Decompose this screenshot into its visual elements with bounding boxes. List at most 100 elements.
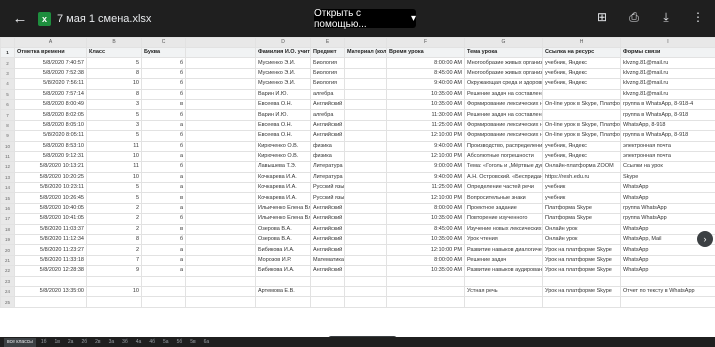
table-cell[interactable]: 8:45:00 AM <box>386 67 465 80</box>
table-cell[interactable]: Определение частей речи <box>464 182 543 194</box>
header-cell[interactable]: Формы связи <box>620 46 715 59</box>
table-cell[interactable] <box>185 119 256 132</box>
row-number[interactable]: 16 <box>0 202 15 215</box>
table-cell[interactable]: 5/8/2020 10:26:45 <box>14 192 87 204</box>
table-cell[interactable] <box>185 296 256 308</box>
table-cell[interactable]: Математика <box>310 254 345 267</box>
table-cell[interactable] <box>344 67 387 80</box>
sheet-tab[interactable]: все классы <box>4 337 36 347</box>
table-cell[interactable]: WhatsApp <box>620 192 715 204</box>
table-cell[interactable] <box>464 275 543 288</box>
table-cell[interactable]: 5/8/2020 8:05:11 <box>14 130 87 142</box>
table-cell[interactable]: Онлайн урок <box>542 223 621 236</box>
table-cell[interactable]: Платформа Skype <box>542 202 621 215</box>
table-cell[interactable]: Кочкарева И.А. <box>255 192 311 204</box>
table-cell[interactable]: Абсолютные погрешности <box>464 150 543 163</box>
corner-cell[interactable] <box>0 37 15 48</box>
sheet-tab[interactable]: 4а <box>133 338 145 347</box>
table-cell[interactable] <box>141 275 186 288</box>
table-cell[interactable]: Кочкарева И.А. <box>255 171 311 184</box>
table-cell[interactable]: Морозов И.Р. <box>255 254 311 267</box>
table-cell[interactable] <box>185 150 256 163</box>
table-cell[interactable] <box>14 296 87 308</box>
table-cell[interactable]: Английский язык <box>310 265 345 277</box>
table-cell[interactable]: учебник, Яндекс <box>542 67 621 80</box>
table-cell[interactable] <box>141 285 186 298</box>
table-cell[interactable] <box>86 275 142 288</box>
table-cell[interactable]: 5/8/2020 11:23:27 <box>14 244 87 256</box>
table-cell[interactable]: алгебра <box>310 88 345 100</box>
table-cell[interactable] <box>344 244 387 256</box>
table-cell[interactable]: Окружающая среда и здоровье <box>464 78 543 90</box>
table-cell[interactable]: 8:00:00 AM <box>386 202 465 215</box>
table-cell[interactable]: б <box>141 57 186 69</box>
table-cell[interactable]: Биология <box>310 78 345 90</box>
header-cell[interactable]: Буква <box>141 46 186 59</box>
table-cell[interactable]: Многообразие живых организмов <box>464 57 543 69</box>
table-cell[interactable]: Озерова В.А. <box>255 234 311 246</box>
table-cell[interactable] <box>310 275 345 288</box>
row-number[interactable]: 25 <box>0 296 15 308</box>
table-cell[interactable] <box>141 296 186 308</box>
table-cell[interactable]: Русский язык <box>310 182 345 194</box>
table-cell[interactable] <box>185 57 256 69</box>
table-cell[interactable] <box>344 275 387 288</box>
table-cell[interactable]: Варин И.Ю. <box>255 88 311 100</box>
table-cell[interactable] <box>542 88 621 100</box>
row-number[interactable]: 22 <box>0 265 15 277</box>
table-cell[interactable]: Решение задач на составление уравнений <box>464 109 543 121</box>
table-cell[interactable]: Английский язык <box>310 119 345 132</box>
table-cell[interactable] <box>86 296 142 308</box>
open-with-button[interactable]: Открыть с помощью... ▾ <box>314 8 416 30</box>
table-cell[interactable]: Урок на платформе Skype <box>542 265 621 277</box>
table-cell[interactable] <box>344 234 387 246</box>
row-number[interactable]: 10 <box>0 140 15 152</box>
table-cell[interactable]: б <box>141 130 186 142</box>
table-cell[interactable]: Кирюченко О.В. <box>255 140 311 152</box>
download-icon[interactable]: ⤓ <box>655 6 677 28</box>
table-cell[interactable]: 5/8/2020 7:56:11 <box>14 78 87 90</box>
spreadsheet-grid[interactable]: A B C D E F G H I 1 Отметка времени Клас… <box>0 37 715 337</box>
table-cell[interactable]: б <box>141 67 186 80</box>
table-cell[interactable]: физика <box>310 140 345 152</box>
table-cell[interactable] <box>344 254 387 267</box>
row-number[interactable]: 9 <box>0 130 15 142</box>
table-cell[interactable]: Тема: «Гоголь и „Мёртвые души“» <box>464 161 543 173</box>
table-cell[interactable]: Лавышева Т.Э. <box>255 161 311 173</box>
row-number[interactable]: 24 <box>0 285 15 298</box>
header-cell[interactable]: Класс <box>86 46 142 59</box>
table-cell[interactable]: 5/8/2020 11:12:34 <box>14 234 87 246</box>
table-cell[interactable]: Платформа Skype <box>542 213 621 225</box>
table-cell[interactable]: Формирование лексических навыков <box>464 98 543 111</box>
table-cell[interactable]: Развитие навыков диалогической речи <box>464 244 543 256</box>
table-cell[interactable]: On-line урок в Skype, Платформа <box>542 98 621 111</box>
table-cell[interactable] <box>344 98 387 111</box>
table-cell[interactable]: Решение задач <box>464 254 543 267</box>
table-cell[interactable]: б <box>141 234 186 246</box>
table-cell[interactable]: б <box>141 213 186 225</box>
table-cell[interactable]: On-line урок в Skype, Платформа <box>542 130 621 142</box>
table-cell[interactable]: электронная почта <box>620 150 715 163</box>
table-cell[interactable] <box>185 67 256 80</box>
table-cell[interactable]: 9:40:00 AM <box>386 171 465 184</box>
table-cell[interactable]: https://resh.edu.ru <box>542 171 621 184</box>
table-cell[interactable]: 2 <box>86 223 142 236</box>
table-cell[interactable] <box>620 296 715 308</box>
table-cell[interactable] <box>344 171 387 184</box>
print-icon[interactable]: ⎙ <box>623 6 645 28</box>
sheet-tab[interactable]: 1б <box>38 338 50 347</box>
table-cell[interactable]: Ильиченко Елена Владимировна <box>255 202 311 215</box>
table-cell[interactable]: Мусиенко Э.И. <box>255 67 311 80</box>
table-cell[interactable]: 11:25:00 AM <box>386 182 465 194</box>
header-cell[interactable]: Фамилия И.О. учителя <box>255 46 311 59</box>
sheet-tab[interactable]: 4б <box>146 338 158 347</box>
table-cell[interactable]: WhatsApp <box>620 244 715 256</box>
row-number[interactable]: 4 <box>0 78 15 90</box>
table-cell[interactable]: 8:00:00 AM <box>386 254 465 267</box>
row-number[interactable]: 1 <box>0 46 15 59</box>
table-cell[interactable] <box>344 88 387 100</box>
table-cell[interactable] <box>310 285 345 298</box>
table-cell[interactable]: 2 <box>86 244 142 256</box>
column-header[interactable]: B <box>86 37 142 48</box>
table-cell[interactable]: 5 <box>86 192 142 204</box>
